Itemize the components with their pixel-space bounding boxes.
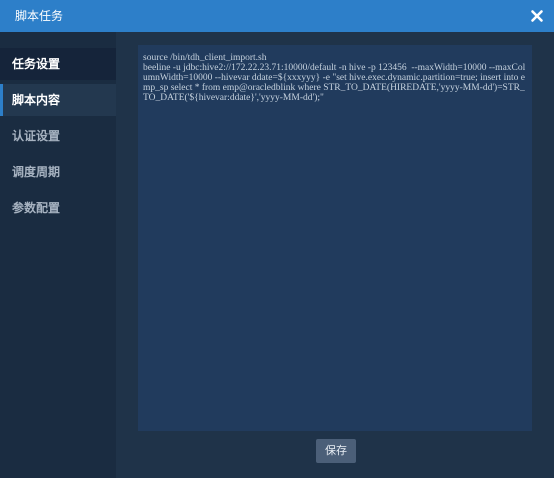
sidebar-item-label: 认证设置 xyxy=(12,129,61,143)
close-icon[interactable] xyxy=(530,8,544,22)
sidebar-item-label: 脚本内容 xyxy=(12,93,61,107)
script-task-dialog: 脚本任务 任务设置 脚本内容 认证设置 调度周期 参数配置 source /bi… xyxy=(0,0,554,478)
dialog-title: 脚本任务 xyxy=(15,9,64,23)
script-editor[interactable]: source /bin/tdh_client_import.sh beeline… xyxy=(138,45,532,431)
sidebar-item-schedule-cycle[interactable]: 调度周期 xyxy=(0,156,116,188)
save-button[interactable]: 保存 xyxy=(316,439,356,463)
dialog-titlebar: 脚本任务 xyxy=(0,0,554,32)
sidebar-item-script-content[interactable]: 脚本内容 xyxy=(0,84,116,116)
sidebar-item-label: 参数配置 xyxy=(12,201,61,215)
sidebar-item-task-settings[interactable]: 任务设置 xyxy=(0,48,116,80)
sidebar-item-parameter-config[interactable]: 参数配置 xyxy=(0,192,116,224)
active-indicator xyxy=(0,84,3,116)
sidebar-item-auth-settings[interactable]: 认证设置 xyxy=(0,120,116,152)
sidebar-item-label: 任务设置 xyxy=(12,57,61,71)
sidebar-item-label: 调度周期 xyxy=(12,165,61,179)
sidebar-nav: 任务设置 脚本内容 认证设置 调度周期 参数配置 xyxy=(0,32,116,478)
